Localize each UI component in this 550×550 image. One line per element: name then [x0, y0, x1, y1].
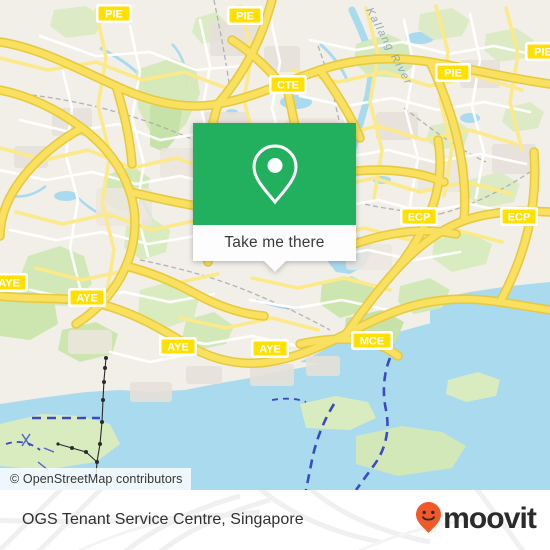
svg-text:ECP: ECP: [508, 212, 531, 224]
svg-text:CTE: CTE: [277, 80, 299, 92]
location-callout-card[interactable]: Take me there: [193, 123, 356, 272]
map-pin-icon: [250, 143, 300, 205]
moovit-smiley-pin-icon: [415, 501, 442, 539]
callout-header: [193, 123, 356, 225]
svg-text:AYE: AYE: [0, 278, 20, 290]
svg-text:ECP: ECP: [408, 212, 431, 224]
svg-text:AYE: AYE: [76, 293, 98, 305]
moovit-map-screenshot: Kallang River PIE PIE PIE PIE CTE ECP EC…: [0, 0, 550, 550]
svg-text:AYE: AYE: [167, 342, 189, 354]
take-me-there-button[interactable]: Take me there: [193, 225, 356, 261]
callout-pointer: [263, 261, 286, 272]
osm-attribution[interactable]: © OpenStreetMap contributors: [0, 468, 191, 490]
svg-text:AYE: AYE: [259, 344, 281, 356]
svg-text:PIE: PIE: [105, 9, 123, 21]
attribution-text: © OpenStreetMap contributors: [10, 472, 183, 486]
svg-text:PIE: PIE: [444, 68, 462, 80]
svg-text:MCE: MCE: [360, 336, 384, 348]
moovit-logo[interactable]: moovit: [415, 501, 537, 539]
take-me-there-label: Take me there: [224, 234, 325, 251]
footer-bar: OGS Tenant Service Centre, Singapore moo…: [0, 490, 550, 550]
svg-text:PIE: PIE: [236, 11, 254, 23]
svg-text:PIE: PIE: [534, 47, 550, 59]
place-title: OGS Tenant Service Centre, Singapore: [22, 511, 304, 528]
moovit-wordmark: moovit: [443, 502, 537, 535]
